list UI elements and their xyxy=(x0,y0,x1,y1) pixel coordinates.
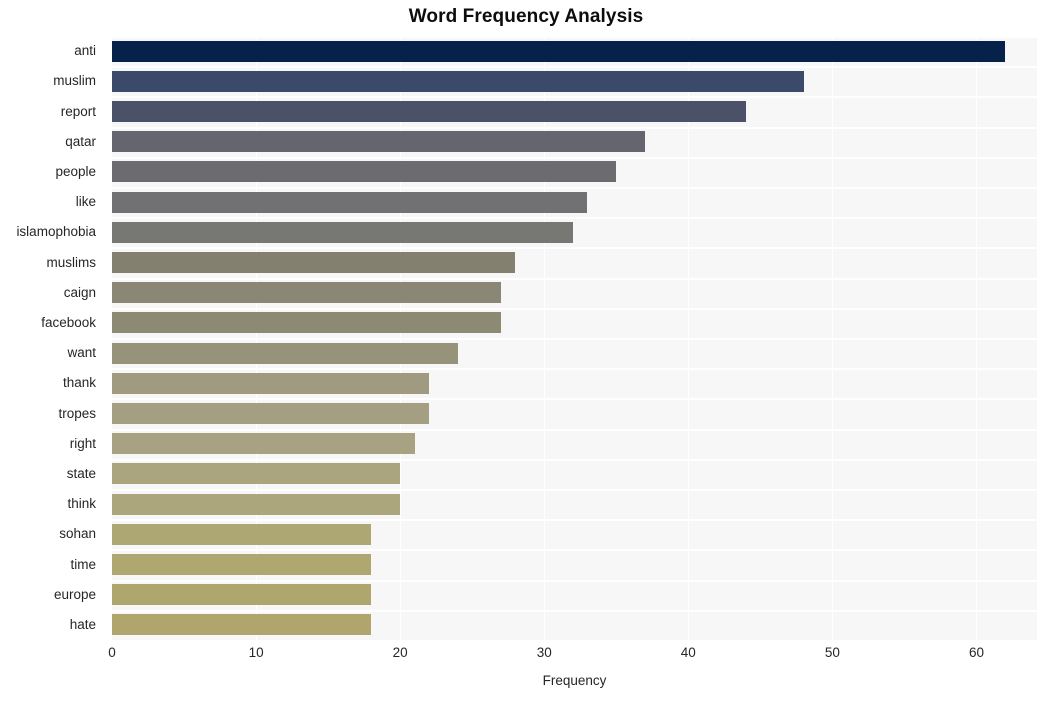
y-axis-tick-labels: anti muslim report qatar people like islamopho… xyxy=(0,36,105,640)
y-tick-label: anti xyxy=(74,43,96,59)
chart-title: Word Frequency Analysis xyxy=(408,6,644,27)
gridline-horizontal xyxy=(112,610,1037,612)
bar xyxy=(112,70,804,92)
bar xyxy=(112,221,574,243)
bar xyxy=(112,584,372,606)
bar xyxy=(112,403,429,424)
gridline-horizontal xyxy=(112,217,1037,219)
gridline-horizontal xyxy=(112,459,1037,461)
x-tick-label: 0 xyxy=(108,645,116,660)
y-tick-label: think xyxy=(67,496,96,512)
gridline-horizontal xyxy=(112,96,1037,98)
gridline-horizontal xyxy=(112,489,1037,491)
gridline-horizontal xyxy=(112,368,1037,370)
y-tick-label: islamophobia xyxy=(16,224,96,240)
bar xyxy=(112,101,746,122)
y-tick-label: europe xyxy=(53,586,96,602)
gridline-horizontal xyxy=(112,338,1037,340)
bar xyxy=(112,493,401,515)
bar xyxy=(112,191,588,213)
y-tick-label: muslims xyxy=(46,254,97,270)
y-tick-label: caign xyxy=(63,284,96,300)
bar xyxy=(112,131,646,153)
plot-area xyxy=(112,36,1037,642)
x-tick-label: 30 xyxy=(536,645,552,660)
bar xyxy=(112,342,458,364)
bar xyxy=(112,312,502,334)
gridline-horizontal xyxy=(112,157,1037,159)
bar xyxy=(112,161,617,183)
y-tick-label: want xyxy=(67,345,96,361)
y-tick-label: facebook xyxy=(41,314,96,330)
word-frequency-bar-chart: Word Frequency Analysis anti muslim report… xyxy=(0,0,1052,701)
x-tick-label: 40 xyxy=(680,645,696,660)
y-tick-label: thank xyxy=(62,375,96,391)
x-tick-label: 10 xyxy=(248,645,264,660)
gridline-horizontal xyxy=(112,36,1037,38)
y-tick-label: muslim xyxy=(53,73,96,89)
gridline-horizontal xyxy=(112,278,1037,280)
x-tick-label: 60 xyxy=(968,645,984,660)
y-tick-label: report xyxy=(60,103,96,119)
bar xyxy=(112,554,372,575)
gridline-horizontal xyxy=(112,429,1037,431)
y-tick-label: qatar xyxy=(65,133,96,149)
gridline-horizontal xyxy=(112,127,1037,129)
gridline-horizontal xyxy=(112,519,1037,521)
bar xyxy=(112,40,1006,62)
y-tick-label: sohan xyxy=(59,526,96,542)
x-axis-title: Frequency xyxy=(542,673,607,688)
bar xyxy=(112,372,429,394)
bar xyxy=(112,252,516,273)
gridline-horizontal xyxy=(112,640,1037,642)
gridline-horizontal xyxy=(112,247,1037,249)
gridline-horizontal xyxy=(112,549,1037,551)
gridline-horizontal xyxy=(112,308,1037,310)
y-tick-label: right xyxy=(69,435,96,451)
y-tick-label: hate xyxy=(69,616,96,632)
bar xyxy=(112,523,372,545)
bar xyxy=(112,463,401,485)
x-tick-label: 50 xyxy=(824,645,840,660)
y-tick-label: tropes xyxy=(58,405,96,421)
y-tick-label: people xyxy=(55,163,96,179)
gridline-horizontal xyxy=(112,187,1037,189)
y-tick-label: time xyxy=(70,556,96,572)
x-axis-tick-labels: 0 10 20 30 40 50 60 xyxy=(108,645,1037,667)
gridline-horizontal xyxy=(112,580,1037,582)
y-tick-label: like xyxy=(75,194,96,210)
bar xyxy=(112,614,372,636)
y-tick-label: state xyxy=(66,465,96,481)
bar xyxy=(112,282,502,304)
gridline-horizontal xyxy=(112,398,1037,400)
gridline-horizontal xyxy=(112,66,1037,68)
bar xyxy=(112,433,415,455)
x-tick-label: 20 xyxy=(392,645,408,660)
